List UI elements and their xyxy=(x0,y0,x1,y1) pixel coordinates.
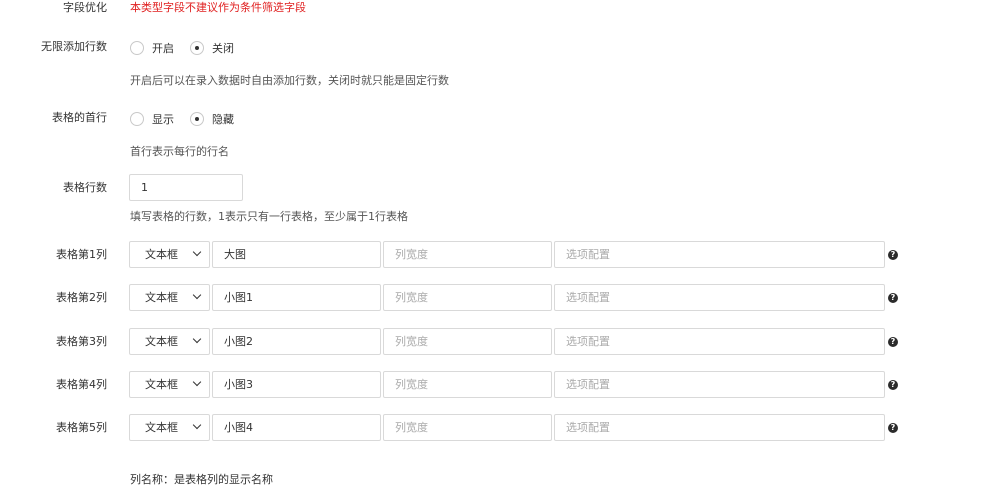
radio-label-hide: 隐藏 xyxy=(212,113,234,126)
column-type-select[interactable]: 文本框 xyxy=(129,328,210,355)
row-count-input[interactable]: 1 xyxy=(129,174,243,201)
chevron-down-icon xyxy=(192,247,202,257)
column-label: 表格第1列 xyxy=(56,248,107,261)
column-options-input[interactable]: 选项配置 xyxy=(554,284,885,311)
question-circle-icon[interactable]: ? xyxy=(888,337,898,347)
first-row-label: 表格的首行 xyxy=(52,111,107,124)
question-circle-icon[interactable]: ? xyxy=(888,380,898,390)
column-label: 表格第4列 xyxy=(56,378,107,391)
unlimited-rows-help: 开启后可以在录入数据时自由添加行数，关闭时就只能是固定行数 xyxy=(130,74,449,87)
radio-circle-enable[interactable] xyxy=(130,41,144,55)
footer-note: 列名称：是表格列的显示名称 xyxy=(130,473,273,486)
radio-label-disable: 关闭 xyxy=(212,42,234,55)
first-row-help: 首行表示每行的行名 xyxy=(130,145,229,158)
radio-option-enable[interactable]: 开启 xyxy=(130,40,174,56)
chevron-down-icon xyxy=(192,420,202,430)
column-name-input[interactable]: 大图 xyxy=(212,241,381,268)
radio-option-show[interactable]: 显示 xyxy=(130,111,174,127)
radio-circle-hide[interactable] xyxy=(190,112,204,126)
column-type-value: 文本框 xyxy=(145,421,178,434)
radio-circle-show[interactable] xyxy=(130,112,144,126)
column-options-input[interactable]: 选项配置 xyxy=(554,241,885,268)
chevron-down-icon xyxy=(192,334,202,344)
field-opt-label: 字段优化 xyxy=(63,1,107,14)
chevron-down-icon xyxy=(192,377,202,387)
radio-option-hide[interactable]: 隐藏 xyxy=(190,111,234,127)
radio-label-enable: 开启 xyxy=(152,42,174,55)
first-row-radio-group: 显示 隐藏 xyxy=(130,111,250,127)
field-opt-warning: 本类型字段不建议作为条件筛选字段 xyxy=(130,1,306,14)
column-width-input[interactable]: 列宽度 xyxy=(383,284,552,311)
column-type-value: 文本框 xyxy=(145,248,178,261)
column-type-value: 文本框 xyxy=(145,335,178,348)
column-width-input[interactable]: 列宽度 xyxy=(383,241,552,268)
question-circle-icon[interactable]: ? xyxy=(888,293,898,303)
chevron-down-icon xyxy=(192,290,202,300)
row-count-label: 表格行数 xyxy=(63,181,107,194)
column-options-input[interactable]: 选项配置 xyxy=(554,328,885,355)
question-circle-icon[interactable]: ? xyxy=(888,423,898,433)
column-name-input[interactable]: 小图4 xyxy=(212,414,381,441)
radio-label-show: 显示 xyxy=(152,113,174,126)
column-type-select[interactable]: 文本框 xyxy=(129,371,210,398)
unlimited-rows-radio-group: 开启 关闭 xyxy=(130,40,250,56)
column-type-select[interactable]: 文本框 xyxy=(129,241,210,268)
column-label: 表格第5列 xyxy=(56,421,107,434)
radio-option-disable[interactable]: 关闭 xyxy=(190,40,234,56)
column-options-input[interactable]: 选项配置 xyxy=(554,371,885,398)
question-circle-icon[interactable]: ? xyxy=(888,250,898,260)
unlimited-rows-label: 无限添加行数 xyxy=(41,40,107,53)
column-type-select[interactable]: 文本框 xyxy=(129,414,210,441)
column-options-input[interactable]: 选项配置 xyxy=(554,414,885,441)
column-name-input[interactable]: 小图1 xyxy=(212,284,381,311)
column-name-input[interactable]: 小图3 xyxy=(212,371,381,398)
column-width-input[interactable]: 列宽度 xyxy=(383,371,552,398)
column-width-input[interactable]: 列宽度 xyxy=(383,328,552,355)
column-width-input[interactable]: 列宽度 xyxy=(383,414,552,441)
column-label: 表格第2列 xyxy=(56,291,107,304)
column-type-value: 文本框 xyxy=(145,291,178,304)
column-label: 表格第3列 xyxy=(56,335,107,348)
radio-circle-disable[interactable] xyxy=(190,41,204,55)
column-type-select[interactable]: 文本框 xyxy=(129,284,210,311)
column-name-input[interactable]: 小图2 xyxy=(212,328,381,355)
row-count-help: 填写表格的行数，1表示只有一行表格，至少属于1行表格 xyxy=(130,210,408,223)
column-type-value: 文本框 xyxy=(145,378,178,391)
